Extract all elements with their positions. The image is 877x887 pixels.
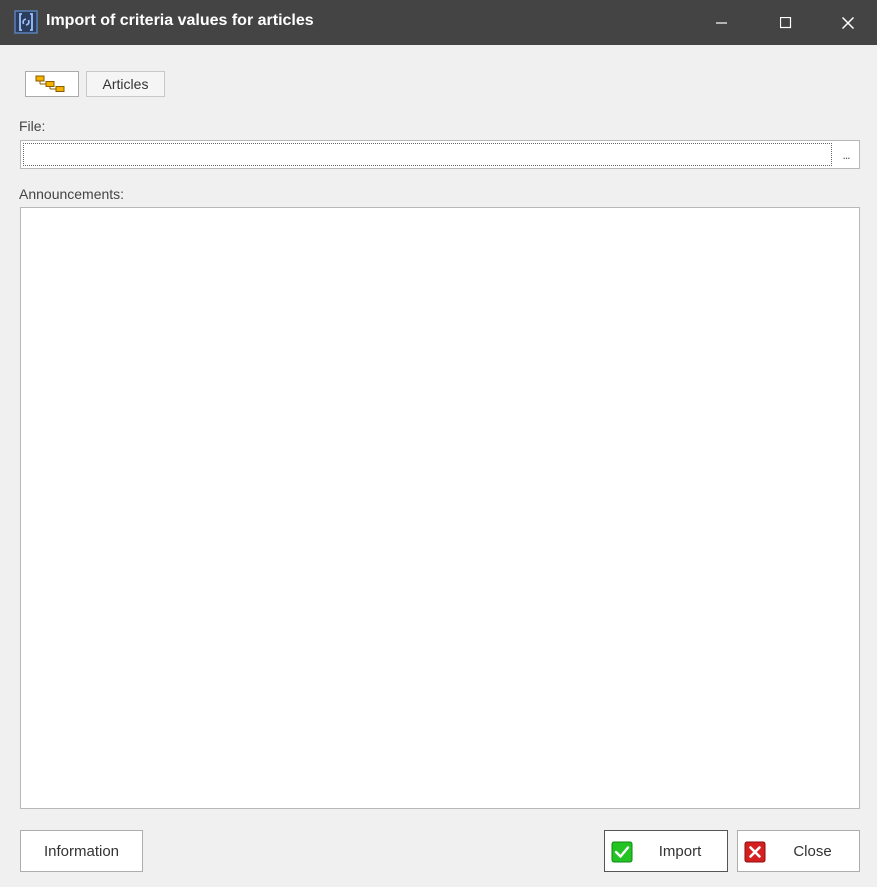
window-close-button[interactable] bbox=[818, 0, 877, 45]
import-button[interactable]: Import bbox=[604, 830, 728, 872]
import-label: Import bbox=[658, 842, 702, 860]
maximize-icon bbox=[780, 16, 792, 28]
minimize-icon bbox=[716, 21, 727, 24]
articles-button[interactable]: Articles bbox=[86, 71, 165, 97]
browse-button[interactable]: ... bbox=[833, 141, 859, 168]
close-button[interactable]: Close bbox=[737, 830, 860, 872]
maximize-button[interactable] bbox=[756, 0, 816, 45]
announcements-label: Announcements: bbox=[19, 186, 125, 202]
file-input[interactable] bbox=[23, 143, 832, 166]
close-label: Close bbox=[793, 842, 832, 860]
announcements-box[interactable] bbox=[20, 207, 860, 809]
file-label: File: bbox=[19, 118, 46, 134]
title-bar: Import of criteria values for articles bbox=[0, 0, 877, 45]
information-button[interactable]: Information bbox=[20, 830, 143, 872]
window-title: Import of criteria values for articles bbox=[46, 12, 314, 29]
minimize-button[interactable] bbox=[692, 0, 752, 45]
app-link-icon bbox=[14, 10, 38, 34]
hierarchy-icon bbox=[35, 75, 65, 92]
tree-view-button[interactable] bbox=[25, 71, 79, 97]
close-icon bbox=[842, 16, 854, 29]
information-label: Information bbox=[43, 842, 120, 860]
check-icon bbox=[611, 841, 633, 863]
close-x-icon bbox=[744, 841, 766, 863]
file-field: ... bbox=[20, 140, 860, 169]
